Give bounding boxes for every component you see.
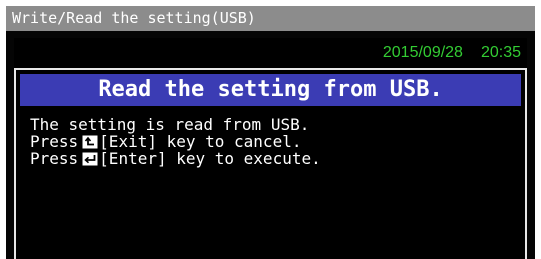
status-time: 20:35: [480, 44, 521, 61]
press-label: Press: [30, 149, 79, 168]
window-title: Write/Read the setting(USB): [6, 6, 535, 31]
dialog-message: The setting is read from USB. Press [Exi…: [30, 116, 321, 167]
exit-key-icon: [82, 135, 98, 149]
message-line: The setting is read from USB.: [30, 115, 310, 134]
device-screen: Write/Read the setting(USB) 2015/09/28 20…: [6, 6, 535, 259]
enter-key-text: [Enter] key to execute.: [99, 149, 321, 168]
status-bar: 2015/09/28 20:35: [14, 38, 527, 68]
message-line-enter: Press [Enter] key to execute.: [30, 150, 321, 167]
dialog-heading: Read the setting from USB.: [20, 74, 521, 106]
dialog-frame: Read the setting from USB. The setting i…: [14, 68, 527, 259]
status-date: 2015/09/28: [382, 44, 463, 61]
enter-key-icon: [82, 152, 98, 166]
message-line-exit: Press [Exit] key to cancel.: [30, 133, 321, 150]
